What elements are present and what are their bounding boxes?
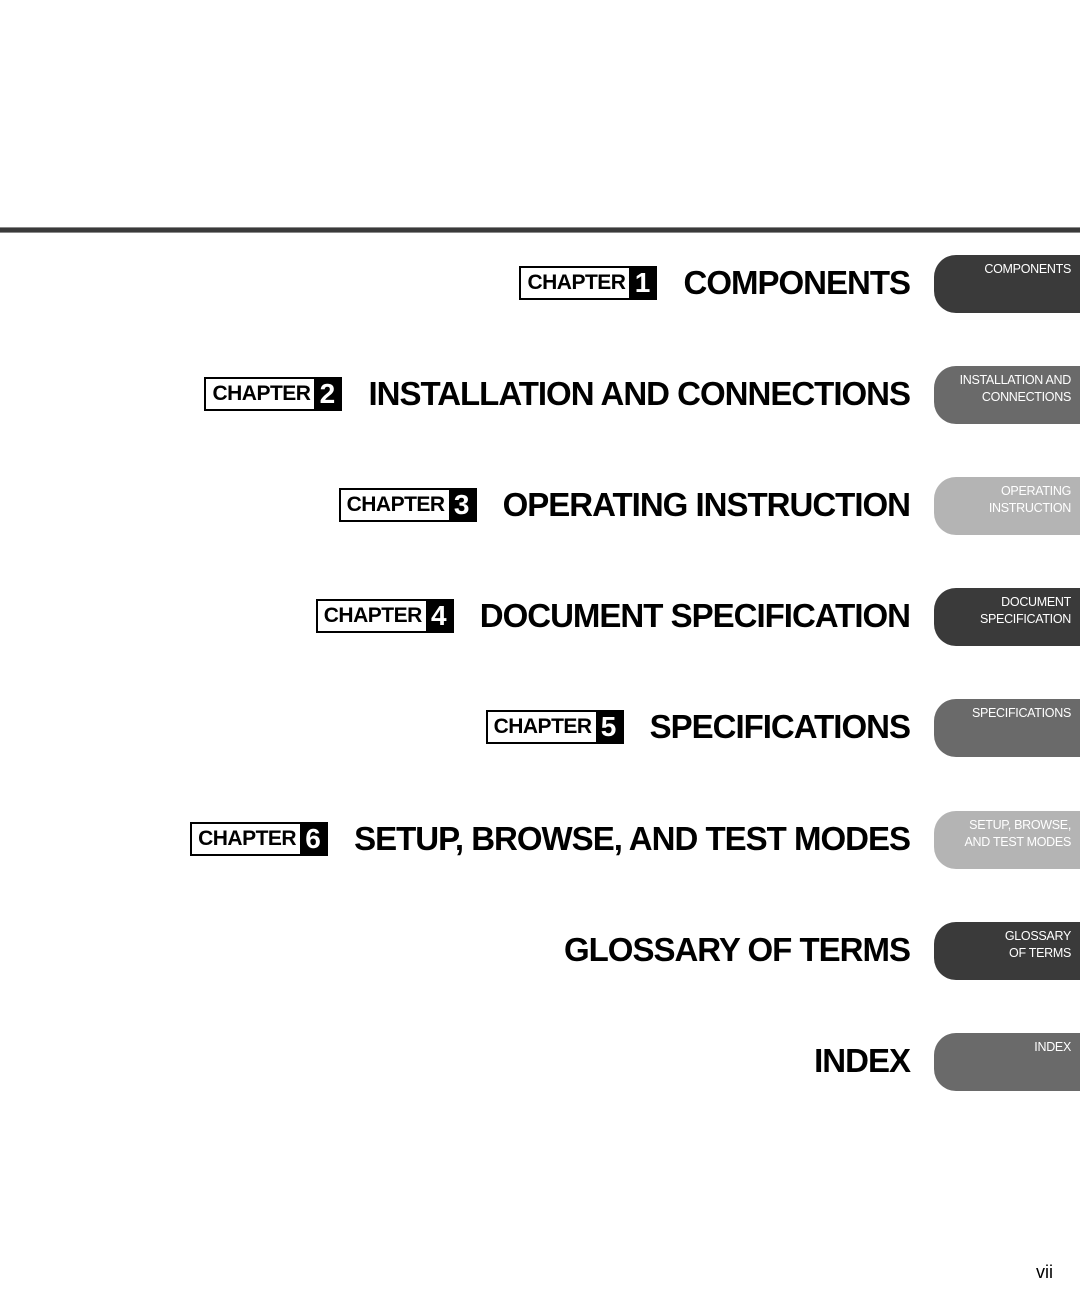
- chapter-title[interactable]: SETUP, BROWSE, AND TEST MODES: [354, 820, 911, 858]
- page-number: vii: [1036, 1262, 1053, 1282]
- chapter-badge: CHAPTER 1: [519, 266, 658, 300]
- chapter-title[interactable]: INSTALLATION AND CONNECTIONS: [368, 375, 911, 413]
- chapter-badge: CHAPTER 3: [338, 488, 477, 522]
- thumb-tab-document-spec[interactable]: DOCUMENT SPECIFICATION: [934, 588, 1080, 646]
- toc-entry-chapter-6[interactable]: CHAPTER 6 SETUP, BROWSE, AND TEST MODES …: [0, 811, 1080, 869]
- chapter-label: CHAPTER: [206, 379, 315, 409]
- tab-label: OF TERMS: [1009, 946, 1071, 960]
- chapter-label: CHAPTER: [487, 712, 596, 742]
- tab-label: AND TEST MODES: [964, 835, 1072, 849]
- chapter-badge: CHAPTER 6: [190, 822, 329, 856]
- thumb-tab-operating[interactable]: OPERATING INSTRUCTION: [934, 477, 1080, 535]
- chapter-number: 2: [314, 379, 341, 409]
- thumb-tab-glossary[interactable]: GLOSSARY OF TERMS: [934, 922, 1080, 980]
- thumb-tab-setup[interactable]: SETUP, BROWSE, AND TEST MODES: [934, 811, 1080, 869]
- tab-label: OPERATING: [1001, 484, 1071, 498]
- tab-label: INDEX: [1034, 1040, 1071, 1054]
- tab-label: SETUP, BROWSE,: [969, 818, 1071, 832]
- chapter-label: CHAPTER: [340, 490, 449, 520]
- top-rule: [0, 227, 1080, 233]
- tab-label: CONNECTIONS: [981, 390, 1071, 404]
- chapter-number: 6: [300, 824, 327, 854]
- chapter-number: 1: [629, 268, 656, 298]
- thumb-tab-index[interactable]: INDEX: [934, 1033, 1080, 1091]
- section-title[interactable]: INDEX: [814, 1042, 911, 1080]
- toc-entry-chapter-5[interactable]: CHAPTER 5 SPECIFICATIONS SPECIFICATIONS: [0, 699, 1080, 757]
- chapter-title[interactable]: SPECIFICATIONS: [650, 708, 911, 746]
- toc-entry-chapter-2[interactable]: CHAPTER 2 INSTALLATION AND CONNECTIONS I…: [0, 366, 1080, 424]
- toc-entry-chapter-3[interactable]: CHAPTER 3 OPERATING INSTRUCTION OPERATIN…: [0, 477, 1080, 535]
- tab-label: INSTALLATION AND: [959, 373, 1072, 387]
- tab-label: SPECIFICATION: [979, 612, 1071, 626]
- thumb-tab-installation[interactable]: INSTALLATION AND CONNECTIONS: [934, 366, 1080, 424]
- thumb-tab-specifications[interactable]: SPECIFICATIONS: [934, 699, 1080, 757]
- chapter-number: 3: [448, 490, 475, 520]
- chapter-badge: CHAPTER 2: [204, 377, 343, 411]
- chapter-title[interactable]: DOCUMENT SPECIFICATION: [480, 597, 911, 635]
- chapter-title[interactable]: COMPONENTS: [683, 264, 911, 302]
- tab-label: COMPONENTS: [984, 262, 1071, 276]
- chapter-title[interactable]: OPERATING INSTRUCTION: [503, 486, 911, 524]
- chapter-label: CHAPTER: [317, 601, 426, 631]
- toc-entry-chapter-1[interactable]: CHAPTER 1 COMPONENTS COMPONENTS: [0, 255, 1080, 313]
- thumb-tab-components[interactable]: COMPONENTS: [934, 255, 1080, 313]
- toc-entry-glossary[interactable]: GLOSSARY OF TERMS GLOSSARY OF TERMS: [0, 922, 1080, 980]
- chapter-badge: CHAPTER 5: [485, 710, 624, 744]
- toc-entry-chapter-4[interactable]: CHAPTER 4 DOCUMENT SPECIFICATION DOCUMEN…: [0, 588, 1080, 646]
- chapter-badge: CHAPTER 4: [315, 599, 454, 633]
- chapter-label: CHAPTER: [192, 824, 301, 854]
- tab-label: INSTRUCTION: [988, 501, 1071, 515]
- tab-label: DOCUMENT: [1001, 595, 1071, 609]
- section-title[interactable]: GLOSSARY OF TERMS: [564, 931, 911, 969]
- chapter-number: 5: [595, 712, 622, 742]
- chapter-number: 4: [425, 601, 452, 631]
- tab-label: GLOSSARY: [1004, 929, 1071, 943]
- tab-label: SPECIFICATIONS: [971, 706, 1071, 720]
- chapter-label: CHAPTER: [521, 268, 630, 298]
- toc-entry-index[interactable]: INDEX INDEX: [0, 1033, 1080, 1091]
